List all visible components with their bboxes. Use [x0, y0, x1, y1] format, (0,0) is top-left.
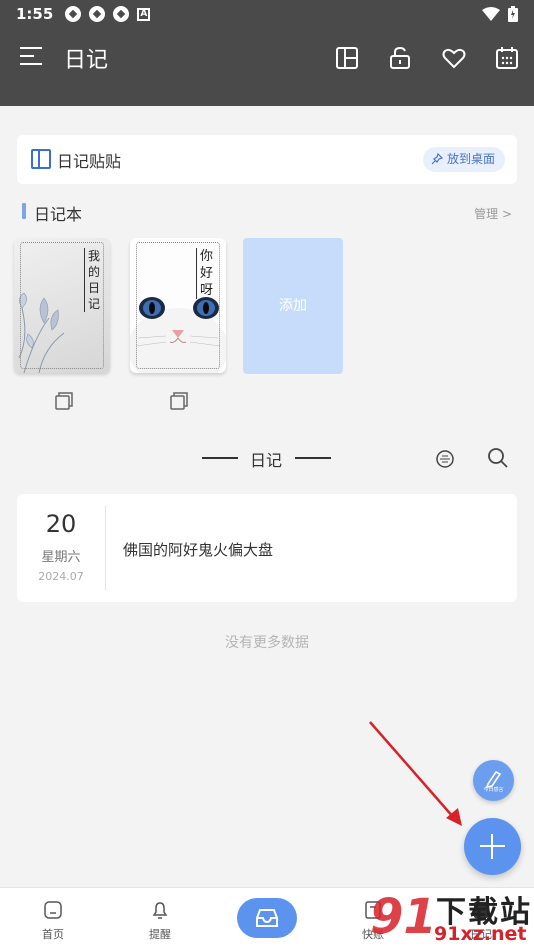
- home-icon: [44, 901, 62, 919]
- manage-link[interactable]: 管理 >: [474, 205, 512, 222]
- nav-inbox-button[interactable]: [237, 898, 297, 938]
- search-icon[interactable]: [486, 446, 510, 470]
- wifi-icon: [482, 7, 500, 21]
- entry-year-month: 2024.07: [38, 570, 84, 583]
- copy-icon[interactable]: [54, 391, 74, 411]
- calendar-icon[interactable]: [494, 45, 520, 71]
- diary-title: 日记: [250, 451, 283, 470]
- heart-icon[interactable]: [441, 45, 467, 71]
- notebook-cover[interactable]: 我的日记: [14, 238, 110, 373]
- page-title: 日记: [64, 48, 109, 73]
- notebook-title: 我的日记: [84, 248, 100, 312]
- divider-line: [295, 457, 331, 459]
- pencil-icon: [485, 770, 502, 789]
- nav-reminder[interactable]: 提醒: [130, 888, 190, 950]
- a-notification-icon: A: [137, 7, 151, 21]
- entry-day: 20: [45, 510, 77, 538]
- notebook-cover[interactable]: 你好呀: [130, 238, 226, 373]
- site-watermark: 91 下载站 91xz.net: [362, 885, 534, 950]
- watermark-logo: 91: [370, 889, 437, 945]
- pin-to-desktop-button[interactable]: 放到桌面: [422, 147, 505, 172]
- annotation-arrow: [369, 721, 462, 826]
- entry-divider: [105, 506, 106, 590]
- notebooks-title: 日记本: [34, 205, 83, 224]
- pin-label: 放到桌面: [446, 152, 495, 166]
- quick-note-fab[interactable]: 今日感言: [473, 760, 514, 801]
- nav-home[interactable]: 首页: [23, 888, 83, 950]
- copy-icon[interactable]: [169, 391, 189, 411]
- no-more-data-text: 没有更多数据: [225, 635, 309, 651]
- entry-content: 佛国的阿好鬼火偏大盘: [123, 541, 274, 559]
- entry-weekday: 星期六: [41, 550, 81, 565]
- plus-icon: [491, 834, 493, 859]
- notebook-title: 你好呀: [196, 248, 214, 299]
- battery-icon: [508, 6, 518, 22]
- pin-icon: [431, 153, 443, 165]
- book-icon: [31, 149, 51, 169]
- sticker-label: 日记贴贴: [57, 152, 122, 171]
- status-time: 1:55: [16, 5, 54, 23]
- app-notification-icon: [89, 6, 106, 22]
- app-notification-icon: [113, 6, 130, 22]
- bell-icon: [152, 902, 168, 919]
- layout-icon[interactable]: [334, 45, 360, 71]
- header-curve: [0, 78, 534, 101]
- add-diary-fab[interactable]: [464, 818, 521, 875]
- quick-note-label: 今日感言: [483, 787, 504, 793]
- review-icon[interactable]: [435, 449, 455, 469]
- watermark-url: 91xz.net: [434, 923, 527, 945]
- add-notebook-button[interactable]: 添加: [243, 238, 343, 374]
- inbox-icon: [256, 909, 278, 927]
- diary-entry[interactable]: 20 星期六 2024.07 佛国的阿好鬼火偏大盘: [17, 494, 517, 602]
- app-bar: 日记: [0, 36, 534, 80]
- nav-home-label: 首页: [42, 928, 64, 941]
- divider-line: [202, 457, 238, 459]
- status-bar: 1:55 A: [0, 0, 534, 28]
- app-notification-icon: [65, 6, 82, 22]
- lock-icon[interactable]: [387, 45, 413, 71]
- section-marker: [22, 203, 26, 219]
- nav-reminder-label: 提醒: [149, 928, 171, 941]
- sticker-card[interactable]: 日记贴贴 放到桌面: [17, 135, 517, 184]
- menu-icon[interactable]: [20, 47, 42, 67]
